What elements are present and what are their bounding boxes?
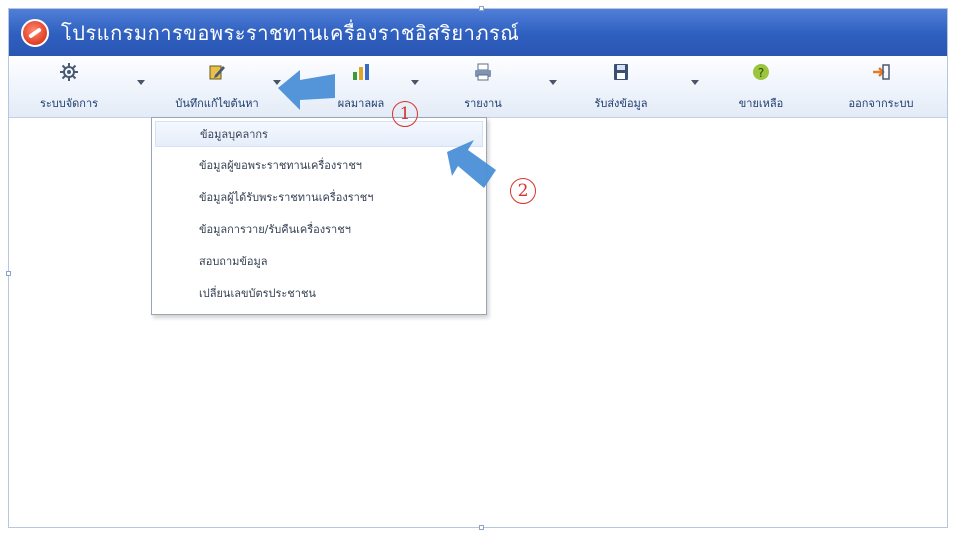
toolbar-label: ระบบจัดการ (39, 97, 99, 110)
menu-item-query[interactable]: สอบถามข้อมูล (155, 249, 483, 275)
menu-item-personnel[interactable]: ข้อมูลบุคลากร (155, 121, 483, 147)
edit-book-icon (207, 62, 227, 82)
toolbar-label: บันทึกแก้ไขต้นหา (175, 97, 259, 110)
chevron-down-icon[interactable] (411, 80, 419, 85)
menu-item-change-id[interactable]: เปลี่ยนเลขบัตรประชาชน (155, 281, 483, 307)
disk-icon (611, 62, 631, 82)
toolbar-label: ผลมาลผล (337, 97, 385, 110)
menu-item-return[interactable]: ข้อมูลการวาย/รับคืนเครื่องราชฯ (155, 217, 483, 243)
chevron-down-icon[interactable] (273, 80, 281, 85)
toolbar-label: รายงาน (464, 97, 502, 110)
main-toolbar: ระบบจัดการ บันทึกแก้ไขต้นหา ผลมาลผล รายง… (9, 56, 947, 118)
printer-icon (473, 62, 493, 82)
toolbar-button-report[interactable]: รายงาน (431, 62, 535, 112)
annotation-marker-1: 1 (392, 101, 418, 127)
menu-item-received[interactable]: ข้อมูลผู้ได้รับพระราชทานเครื่องราชฯ (155, 185, 483, 211)
toolbar-label: ออกจากระบบ (848, 97, 914, 110)
chevron-down-icon[interactable] (549, 80, 557, 85)
chart-icon (351, 62, 371, 82)
toolbar-label: ขายเหลือ (738, 97, 784, 110)
toolbar-button-transfer[interactable]: รับส่งข้อมูล (569, 62, 673, 112)
title-bar: โปรแกรมการขอพระราชทานเครื่องราชอิสริยาภร… (9, 9, 947, 56)
resize-handle[interactable] (479, 525, 484, 530)
svg-text:?: ? (758, 66, 764, 80)
toolbar-label: รับส่งข้อมูล (594, 97, 648, 110)
toolbar-button-system[interactable]: ระบบจัดการ (17, 62, 121, 112)
exit-icon (871, 62, 891, 82)
resize-handle[interactable] (6, 271, 11, 276)
resize-handle[interactable] (479, 6, 484, 11)
toolbar-button-record[interactable]: บันทึกแก้ไขต้นหา (165, 62, 269, 112)
chevron-down-icon[interactable] (691, 80, 699, 85)
help-icon: ? (751, 62, 771, 82)
menu-item-request[interactable]: ข้อมูลผู้ขอพระราชทานเครื่องราชฯ (155, 153, 483, 179)
chevron-down-icon[interactable] (137, 80, 145, 85)
window-title: โปรแกรมการขอพระราชทานเครื่องราชอิสริยาภร… (61, 20, 520, 45)
annotation-marker-2: 2 (510, 178, 536, 204)
record-dropdown-menu: ข้อมูลบุคลากร ข้อมูลผู้ขอพระราชทานเครื่อ… (151, 117, 487, 315)
settings-icon (59, 62, 79, 82)
toolbar-button-help[interactable]: ? ขายเหลือ (709, 62, 813, 112)
toolbar-button-exit[interactable]: ออกจากระบบ (829, 62, 933, 112)
app-logo-icon (21, 18, 49, 47)
